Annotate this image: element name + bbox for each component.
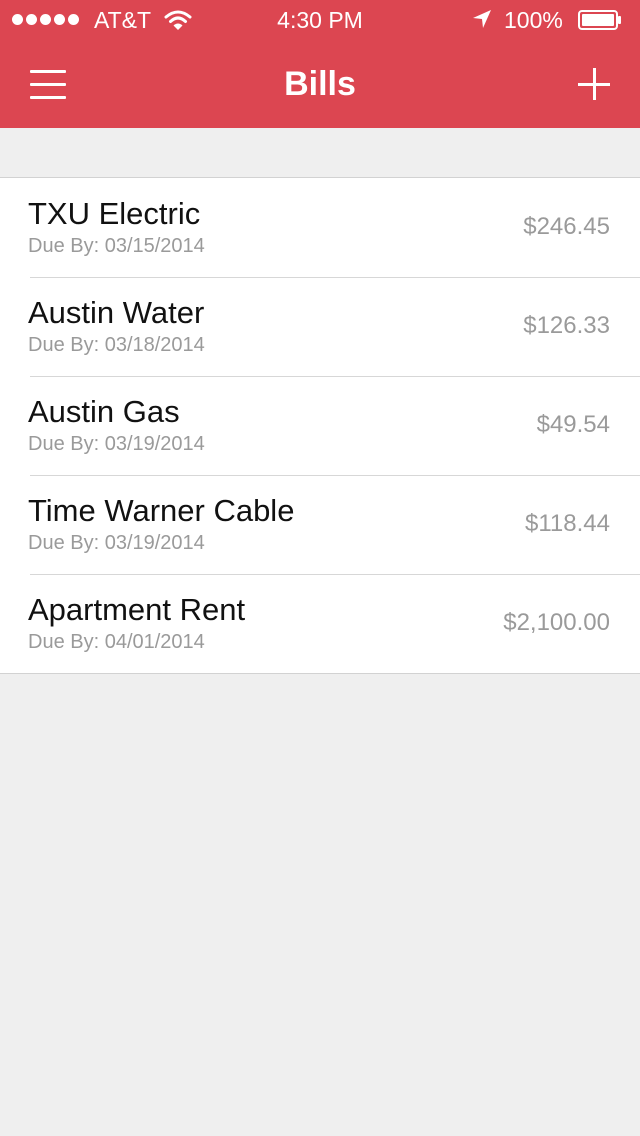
bill-row-austin-water[interactable]: Austin Water Due By: 03/18/2014 $126.33: [0, 277, 640, 376]
add-bill-button[interactable]: [566, 56, 622, 112]
bill-name: Time Warner Cable: [28, 493, 295, 528]
bill-due-date: Due By: 03/15/2014: [28, 235, 205, 257]
bill-row-txu-electric[interactable]: TXU Electric Due By: 03/15/2014 $246.45: [0, 178, 640, 277]
location-arrow-icon: [473, 10, 491, 28]
battery-percentage: 100%: [504, 7, 563, 33]
bill-row-apartment-rent[interactable]: Apartment Rent Due By: 04/01/2014 $2,100…: [0, 574, 640, 673]
navigation-bar: Bills: [0, 40, 640, 128]
plus-icon: [593, 68, 596, 100]
bill-row-austin-gas[interactable]: Austin Gas Due By: 03/19/2014 $49.54: [0, 376, 640, 475]
bills-list: TXU Electric Due By: 03/15/2014 $246.45 …: [0, 177, 640, 674]
bill-amount: $118.44: [525, 510, 610, 537]
bill-due-date: Due By: 03/19/2014: [28, 433, 205, 455]
bill-name: Apartment Rent: [28, 592, 246, 627]
bill-amount: $2,100.00: [503, 609, 610, 636]
page-title: Bills: [284, 65, 356, 103]
bill-due-date: Due By: 03/18/2014: [28, 334, 205, 356]
bill-amount: $126.33: [523, 312, 610, 339]
bill-name: Austin Water: [28, 295, 205, 330]
bill-amount: $246.45: [523, 213, 610, 240]
bill-due-date: Due By: 03/19/2014: [28, 532, 205, 554]
app-screen: AT&T 4:30 PM 100% Bills TXU Electric Due…: [0, 0, 640, 1136]
battery-icon: [578, 10, 621, 30]
bill-name: Austin Gas: [28, 394, 180, 429]
app-header: AT&T 4:30 PM 100% Bills: [0, 0, 640, 128]
bill-name: TXU Electric: [28, 196, 201, 231]
bill-due-date: Due By: 04/01/2014: [28, 631, 205, 653]
bill-amount: $49.54: [536, 411, 610, 438]
status-bar: AT&T 4:30 PM 100%: [0, 0, 640, 40]
bill-row-time-warner-cable[interactable]: Time Warner Cable Due By: 03/19/2014 $11…: [0, 475, 640, 574]
